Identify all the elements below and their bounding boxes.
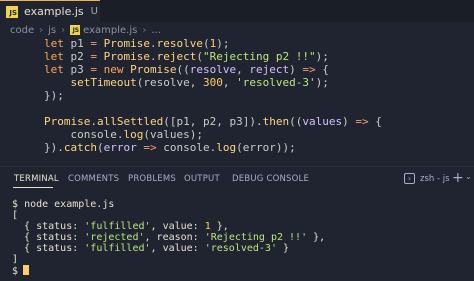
terminal-icon[interactable]: › <box>404 173 415 184</box>
panel-divider <box>0 166 474 167</box>
code-line: let p1 = Promise.resolve(1); <box>44 37 230 50</box>
tab-filename: example.js <box>24 5 84 18</box>
code-line: }); <box>44 89 64 102</box>
line-number <box>10 128 24 141</box>
code-line: console.log(values); <box>70 128 203 141</box>
editor-tab-bar: JS example.js U <box>0 0 474 22</box>
tab-output[interactable]: OUTPUT <box>184 174 220 184</box>
terminal-command-line: $ node example.js <box>12 199 115 210</box>
javascript-file-icon: JS <box>70 25 81 35</box>
code-line: }).catch(error => console.log(error)); <box>44 141 296 154</box>
terminal-line: ] <box>12 254 19 265</box>
code-line: let p3 = new Promise((resolve, reject) =… <box>44 63 329 76</box>
line-number <box>10 63 24 76</box>
terminal-line: { status: 'rejected', reason: 'Rejecting… <box>12 232 326 243</box>
code-line: let p2 = Promise.reject("Rejecting p2 !!… <box>44 50 329 63</box>
breadcrumb: code › js › JS example.js › ... <box>10 23 161 37</box>
new-terminal-icon[interactable]: + <box>452 170 464 186</box>
line-number <box>10 76 24 89</box>
breadcrumb-item-code[interactable]: code <box>10 25 34 36</box>
tab-debug-console[interactable]: DEBUG CONSOLE <box>232 174 309 184</box>
code-line: Promise.allSettled([p1, p2, p3]).then((v… <box>44 115 382 128</box>
code-editor[interactable]: let p1 = Promise.resolve(1); let p2 = Pr… <box>0 37 474 163</box>
terminal-prompt: $ <box>12 265 30 277</box>
terminal-output[interactable]: $ node example.js [ { status: 'fulfilled… <box>0 196 474 281</box>
terminal-line: { status: 'fulfilled', value: 'resolved-… <box>12 243 290 254</box>
tab-example-js[interactable]: JS example.js U <box>0 0 100 22</box>
line-number <box>10 115 24 128</box>
code-line: setTimeout(resolve, 300, 'resolved-3'); <box>70 76 329 89</box>
line-number <box>10 50 24 63</box>
untracked-status-badge: U <box>90 6 98 17</box>
active-tab-indicator <box>13 187 53 188</box>
line-number <box>10 89 24 102</box>
tab-terminal[interactable]: TERMINAL <box>14 174 59 184</box>
breadcrumb-item-file[interactable]: example.js <box>83 25 137 36</box>
line-number <box>10 141 24 154</box>
line-number <box>10 102 24 115</box>
terminal-line: { status: 'fulfilled', value: 1 }, <box>12 221 229 232</box>
javascript-file-icon: JS <box>6 5 18 18</box>
breadcrumb-item-js[interactable]: js <box>48 25 56 36</box>
shell-selector[interactable]: zsh - js <box>420 174 450 184</box>
tab-problems[interactable]: PROBLEMS <box>128 174 176 184</box>
panel-tab-bar: TERMINAL COMMENTS PROBLEMS OUTPUT DEBUG … <box>0 168 474 190</box>
breadcrumb-separator-icon: › <box>142 24 147 36</box>
tab-comments[interactable]: COMMENTS <box>68 174 119 184</box>
terminal-cursor <box>23 265 30 275</box>
terminal-line: [ <box>12 210 19 221</box>
breadcrumb-separator-icon: › <box>61 24 66 36</box>
breadcrumb-separator-icon: › <box>39 24 44 36</box>
line-number <box>10 37 24 50</box>
breadcrumb-item-symbols[interactable]: ... <box>151 25 161 36</box>
chevron-down-icon[interactable]: ⌄ <box>465 172 472 181</box>
